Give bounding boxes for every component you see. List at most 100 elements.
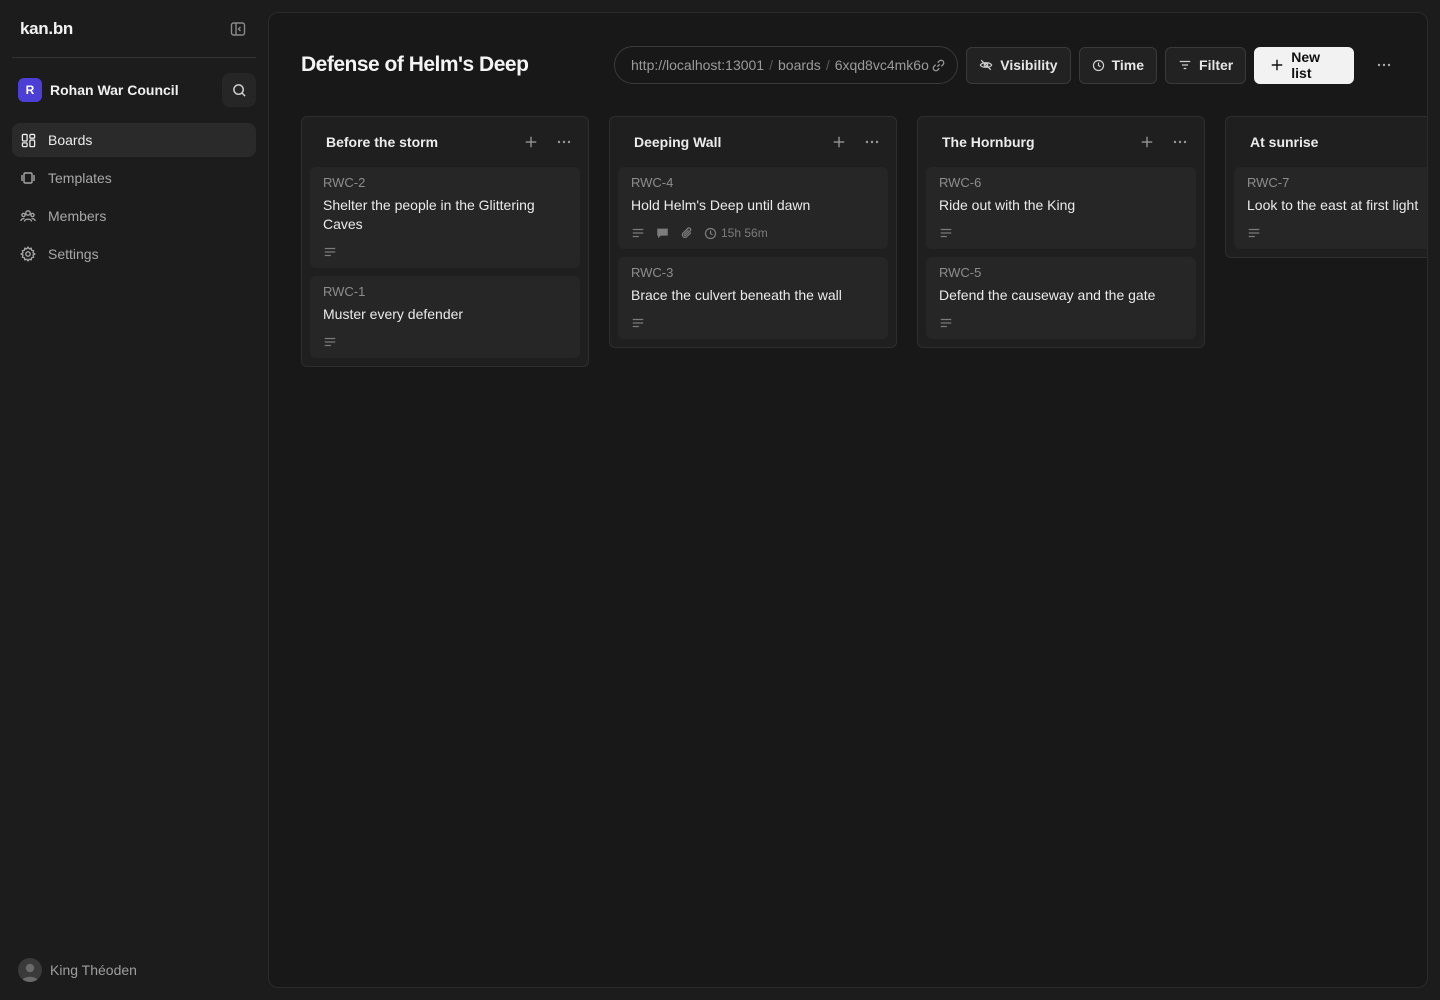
sidebar-item-boards[interactable]: Boards — [12, 123, 256, 157]
attachment-icon — [680, 226, 694, 240]
url-board-id: 6xqd8vc4mk6o — [834, 57, 929, 73]
card-title: Look to the east at first light — [1247, 197, 1419, 213]
description-icon — [323, 335, 337, 349]
card[interactable]: RWC-4 Hold Helm's Deep until dawn 15h 56… — [618, 167, 888, 249]
card-meta: 15h 56m — [631, 226, 875, 240]
card-meta — [323, 245, 567, 259]
time-tracked: 15h 56m — [704, 226, 768, 240]
add-card-icon[interactable] — [1140, 135, 1154, 149]
sidebar-item-label: Boards — [48, 132, 93, 148]
description-icon — [939, 226, 953, 240]
add-card-icon[interactable] — [524, 135, 538, 149]
description-icon — [939, 316, 953, 330]
list-actions — [832, 134, 880, 150]
user-name: King Théoden — [50, 962, 137, 978]
list-title[interactable]: Before the storm — [326, 134, 438, 150]
header-actions: http://localhost:13001 / boards / 6xqd8v… — [614, 46, 1397, 84]
list-header: Deeping Wall — [618, 117, 888, 167]
visibility-button[interactable]: Visibility — [966, 46, 1071, 84]
list-header: At sunrise — [1234, 117, 1427, 167]
list-more-icon[interactable] — [556, 134, 572, 150]
url-separator: / — [769, 57, 773, 73]
board-list: The Hornburg RWC-6 Ride out with the Kin… — [917, 116, 1205, 348]
sidebar-item-templates[interactable]: Templates — [12, 161, 256, 195]
sidebar-nav: Boards Templates Members Settings — [12, 123, 256, 271]
card[interactable]: RWC-6 Ride out with the King — [926, 167, 1196, 249]
board-more-icon[interactable] — [1370, 51, 1397, 79]
clock-icon — [704, 227, 717, 239]
sidebar-item-label: Templates — [48, 170, 112, 186]
search-icon — [232, 83, 246, 97]
board-header: Defense of Helm's Deep http://localhost:… — [301, 46, 1397, 84]
card-id: RWC-1 — [323, 284, 366, 299]
board-list: Before the storm RWC-2 Shelter the peopl… — [301, 116, 589, 367]
list-more-icon[interactable] — [1172, 134, 1188, 150]
plus-icon — [1270, 58, 1284, 72]
templates-icon — [20, 170, 36, 186]
new-list-button[interactable]: New list — [1254, 46, 1355, 84]
visibility-label: Visibility — [1000, 57, 1058, 73]
card-title: Hold Helm's Deep until dawn — [631, 197, 811, 213]
list-actions — [524, 134, 572, 150]
boards-icon — [20, 132, 36, 148]
page-title: Defense of Helm's Deep — [301, 53, 529, 76]
workspace-avatar: R — [18, 78, 42, 102]
card-title: Shelter the people in the Glittering Cav… — [323, 197, 535, 232]
list-more-icon[interactable] — [864, 134, 880, 150]
card-id: RWC-4 — [631, 175, 674, 190]
time-tracked-value: 15h 56m — [721, 226, 768, 240]
card-meta — [1247, 226, 1427, 240]
url-separator: / — [825, 57, 830, 73]
description-icon — [1247, 226, 1261, 240]
list-title[interactable]: Deeping Wall — [634, 134, 721, 150]
description-icon — [323, 245, 337, 259]
workspace-row: R Rohan War Council — [12, 73, 256, 107]
user-avatar — [18, 958, 42, 982]
url-host: http://localhost:13001 — [631, 57, 765, 73]
new-list-label: New list — [1291, 49, 1321, 81]
user-menu[interactable]: King Théoden — [18, 958, 137, 982]
card[interactable]: RWC-1 Muster every defender — [310, 276, 580, 358]
url-segment: boards — [778, 57, 821, 73]
card-id: RWC-6 — [939, 175, 982, 190]
card-id: RWC-7 — [1247, 175, 1290, 190]
copy-link-icon[interactable] — [932, 59, 945, 72]
time-label: Time — [1111, 57, 1145, 73]
filter-label: Filter — [1199, 57, 1234, 73]
user-icon — [21, 963, 39, 982]
board-list: At sunrise RWC-7 Look to the east at fir… — [1225, 116, 1427, 258]
card[interactable]: RWC-2 Shelter the people in the Glitteri… — [310, 167, 580, 268]
card[interactable]: RWC-7 Look to the east at first light — [1234, 167, 1427, 249]
description-icon — [631, 226, 645, 240]
list-header: Before the storm — [310, 117, 580, 167]
card-title: Muster every defender — [323, 306, 464, 322]
card[interactable]: RWC-5 Defend the causeway and the gate — [926, 257, 1196, 339]
time-button[interactable]: Time — [1078, 46, 1158, 84]
add-card-icon[interactable] — [832, 135, 846, 149]
settings-icon — [20, 246, 36, 262]
sidebar-collapse-icon[interactable] — [228, 19, 248, 39]
list-title[interactable]: The Hornburg — [942, 134, 1035, 150]
workspace-switcher[interactable]: R Rohan War Council — [18, 78, 179, 102]
filter-button[interactable]: Filter — [1165, 46, 1247, 84]
sidebar-item-members[interactable]: Members — [12, 199, 256, 233]
sidebar: kan.bn R Rohan War Council Boards Templa… — [0, 0, 268, 1000]
board-url-field[interactable]: http://localhost:13001 / boards / 6xqd8v… — [614, 46, 959, 84]
card-meta — [939, 226, 1183, 240]
card-title: Brace the culvert beneath the wall — [631, 287, 842, 303]
card-meta — [631, 316, 875, 330]
sidebar-item-label: Members — [48, 208, 107, 224]
board-list: Deeping Wall RWC-4 Hold Helm's Deep unti… — [609, 116, 897, 348]
card-meta — [323, 335, 567, 349]
card-title: Ride out with the King — [939, 197, 1076, 213]
members-icon — [20, 208, 36, 224]
search-button[interactable] — [222, 73, 256, 107]
sidebar-item-settings[interactable]: Settings — [12, 237, 256, 271]
card[interactable]: RWC-3 Brace the culvert beneath the wall — [618, 257, 888, 339]
brand-row: kan.bn — [12, 0, 256, 58]
sidebar-item-label: Settings — [48, 246, 99, 262]
brand-logo[interactable]: kan.bn — [20, 19, 73, 39]
list-title[interactable]: At sunrise — [1250, 134, 1318, 150]
card-id: RWC-5 — [939, 265, 982, 280]
filter-icon — [1178, 58, 1192, 72]
